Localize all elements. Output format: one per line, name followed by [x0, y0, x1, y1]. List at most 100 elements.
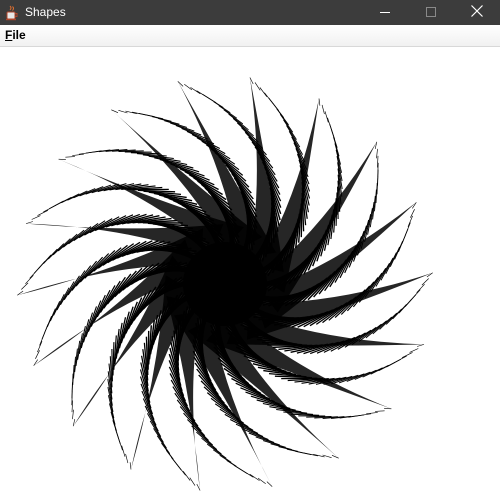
spike-stroke — [90, 294, 106, 327]
spike-stroke — [62, 229, 85, 248]
spike-stroke — [187, 419, 209, 441]
spike-stroke — [67, 190, 88, 201]
spike-stroke — [118, 109, 128, 114]
spike-stroke — [223, 109, 244, 125]
spike-stroke — [71, 265, 92, 291]
spike-stroke — [322, 454, 332, 459]
spike-stroke — [39, 332, 46, 346]
spike-stroke — [177, 81, 184, 87]
spike-stroke — [170, 122, 195, 132]
spike-stroke — [241, 469, 254, 478]
spike-stroke — [79, 256, 104, 283]
spike-stroke — [358, 323, 382, 342]
spike-stroke — [175, 125, 202, 136]
spike-stroke — [385, 252, 397, 274]
spike-stroke — [73, 222, 99, 242]
spike-stroke — [184, 84, 193, 91]
spike-stroke — [78, 151, 93, 155]
spike-stroke — [365, 320, 388, 339]
spike-stroke — [190, 87, 201, 95]
spike-stroke — [404, 222, 411, 236]
spike-stroke — [47, 243, 65, 260]
spike-stroke — [56, 287, 70, 311]
spike-stroke — [50, 301, 61, 322]
menu-file[interactable]: File — [0, 25, 31, 46]
spike-stroke — [29, 267, 40, 279]
spike-stroke — [374, 141, 378, 149]
spike-stroke — [279, 114, 294, 133]
drawing-canvas[interactable] — [0, 47, 500, 497]
spike-stroke — [53, 294, 65, 316]
spike-stroke — [52, 238, 71, 256]
spike-stroke — [37, 210, 49, 216]
window-title: Shapes — [25, 5, 66, 19]
minimize-icon — [380, 4, 390, 22]
spike-stroke — [201, 437, 222, 455]
spike-stroke — [164, 120, 188, 128]
close-button[interactable] — [454, 0, 500, 25]
spike-stroke — [380, 257, 394, 281]
spike-stroke — [21, 282, 29, 290]
spike-stroke — [176, 399, 199, 427]
spike-stroke — [25, 275, 34, 285]
spike-stroke — [31, 215, 41, 220]
spike-stroke — [57, 233, 78, 252]
spike-stroke — [25, 221, 33, 224]
spike-stroke — [189, 477, 196, 486]
spike-stroke — [156, 435, 171, 454]
spike-stroke — [149, 420, 164, 443]
spike-stroke — [291, 136, 306, 163]
maximize-button[interactable] — [408, 0, 454, 25]
spike-stroke — [84, 253, 110, 279]
spike-stroke — [235, 423, 264, 438]
spiral-core — [183, 242, 267, 326]
spike-stroke — [117, 436, 123, 451]
spike-stroke — [67, 270, 86, 296]
title-bar[interactable]: Shapes — [0, 0, 500, 25]
spike-stroke — [146, 413, 162, 438]
spike-stroke — [125, 453, 129, 464]
spike-stroke — [96, 285, 116, 318]
minimize-button[interactable] — [362, 0, 408, 25]
spike-stroke — [421, 278, 429, 286]
spike-stroke — [324, 111, 329, 123]
spike-stroke — [43, 205, 56, 213]
spike-stroke — [394, 355, 407, 363]
spike-stroke — [206, 443, 227, 459]
spike-stroke — [366, 412, 378, 415]
spike-stroke — [60, 281, 75, 306]
spike-stroke — [87, 300, 102, 332]
spike-stroke — [232, 118, 254, 137]
spike-stroke — [72, 153, 84, 156]
spike-stroke — [409, 348, 419, 353]
spike-stroke — [362, 367, 383, 378]
spike-stroke — [112, 342, 115, 376]
spike-stroke — [158, 118, 180, 125]
window-controls — [362, 0, 500, 25]
spike-stroke — [249, 473, 260, 481]
spike-stroke — [129, 462, 132, 470]
spike-stroke — [254, 82, 261, 91]
spike-stroke — [132, 111, 146, 116]
spike-stroke — [65, 156, 75, 158]
spike-stroke — [144, 405, 159, 432]
menu-file-label-rest: ile — [12, 28, 26, 42]
spike-stroke — [248, 432, 275, 443]
spike-stroke — [196, 431, 218, 450]
spike-stroke — [111, 348, 113, 382]
spike-stroke — [283, 119, 297, 140]
spike-stroke — [375, 410, 385, 412]
spike-stroke — [385, 308, 403, 325]
spike-stroke — [417, 344, 425, 347]
spike-stroke — [375, 262, 390, 287]
spike-stroke — [63, 275, 80, 301]
spike-stroke — [262, 440, 286, 448]
spike-stroke — [33, 359, 38, 366]
spike-stroke — [257, 477, 266, 484]
spike-stroke — [176, 464, 186, 476]
application-window: Shapes File — [0, 0, 500, 497]
spiral-star-strokes — [17, 77, 433, 491]
spike-stroke — [17, 290, 24, 296]
spike-stroke — [111, 109, 119, 113]
spike-stroke — [72, 419, 76, 427]
